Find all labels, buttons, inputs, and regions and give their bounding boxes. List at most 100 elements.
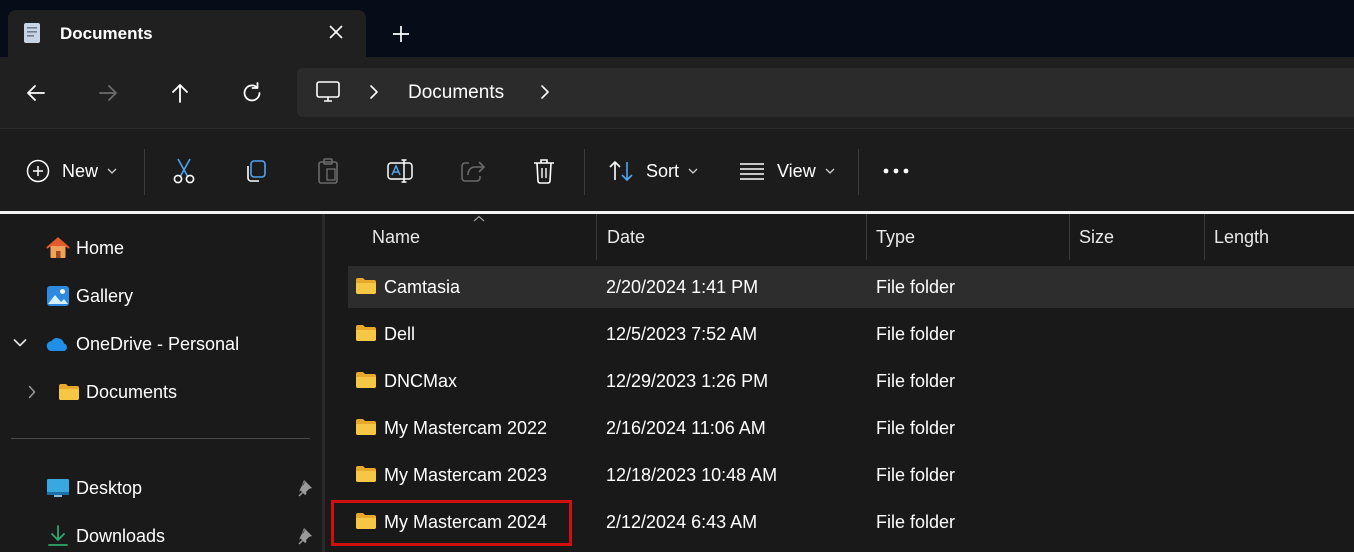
paste-button[interactable] xyxy=(315,153,341,189)
copy-button[interactable] xyxy=(243,153,269,189)
gallery-icon xyxy=(47,286,69,306)
copy-icon xyxy=(247,160,266,182)
view-label: View xyxy=(777,160,816,181)
new-button[interactable]: New xyxy=(26,153,117,189)
toolbar-divider xyxy=(584,149,585,195)
file-row[interactable]: Camtasia 2/20/2024 1:41 PM File folder xyxy=(348,266,1354,308)
file-date: 2/12/2024 6:43 AM xyxy=(606,512,758,532)
new-tab-icon[interactable] xyxy=(389,22,413,46)
share-icon xyxy=(461,161,485,182)
column-divider[interactable] xyxy=(1069,214,1070,260)
back-arrow-icon[interactable] xyxy=(22,79,50,107)
onedrive-icon xyxy=(46,338,67,352)
file-row[interactable]: Dell 12/5/2023 7:52 AM File folder xyxy=(348,313,1354,355)
sidebar-item-onedrive[interactable]: OneDrive - Personal xyxy=(46,328,239,360)
highlight-box xyxy=(331,500,572,546)
column-divider[interactable] xyxy=(596,214,597,260)
column-divider[interactable] xyxy=(866,214,867,260)
chevron-right-icon[interactable] xyxy=(538,84,552,100)
folder-icon xyxy=(356,278,376,294)
file-type: File folder xyxy=(876,324,956,344)
file-row[interactable]: My Mastercam 2022 2/16/2024 11:06 AM Fil… xyxy=(348,407,1354,449)
navigation-pane: Home Gallery OneDrive - Personal Documen… xyxy=(0,214,322,552)
chevron-right-icon[interactable] xyxy=(27,385,37,399)
file-name: My Mastercam 2023 xyxy=(384,465,548,485)
sidebar-item-label: Home xyxy=(76,237,125,258)
command-bar: New Sort View xyxy=(0,128,1354,212)
downloads-icon xyxy=(48,525,68,546)
sort-arrows-icon xyxy=(609,161,633,181)
desktop-icon xyxy=(47,479,69,497)
breadcrumb-documents[interactable]: Documents xyxy=(408,82,504,104)
folder-icon xyxy=(356,372,376,388)
chevron-down-icon[interactable] xyxy=(13,338,27,348)
clipboard-icon xyxy=(318,158,338,184)
sidebar-item-downloads[interactable]: Downloads xyxy=(46,520,318,552)
chevron-down-icon xyxy=(688,168,698,174)
view-button[interactable]: View xyxy=(739,153,835,189)
file-date: 12/29/2023 1:26 PM xyxy=(606,371,769,391)
column-header-length[interactable]: Length xyxy=(1214,214,1269,260)
up-arrow-icon[interactable] xyxy=(166,79,194,107)
sidebar-item-label: Gallery xyxy=(76,285,134,306)
file-row[interactable]: My Mastercam 2023 12/18/2023 10:48 AM Fi… xyxy=(348,454,1354,496)
computer-icon[interactable] xyxy=(315,80,341,104)
sort-button[interactable]: Sort xyxy=(608,153,698,189)
folder-icon xyxy=(356,419,376,435)
file-name: My Mastercam 2022 xyxy=(384,418,548,438)
tab-title: Documents xyxy=(60,24,153,43)
more-dots-icon xyxy=(883,168,909,174)
sort-label: Sort xyxy=(646,160,680,181)
toolbar-divider xyxy=(858,149,859,195)
file-row[interactable]: DNCMax 12/29/2023 1:26 PM File folder xyxy=(348,360,1354,402)
pin-icon[interactable] xyxy=(298,479,314,497)
sidebar-item-documents[interactable]: Documents xyxy=(58,376,177,408)
chevron-down-icon xyxy=(107,168,117,174)
file-date: 2/16/2024 11:06 AM xyxy=(606,418,766,438)
column-header-name[interactable]: Name xyxy=(372,214,420,260)
file-date: 12/5/2023 7:52 AM xyxy=(606,324,758,344)
chevron-right-icon[interactable] xyxy=(367,84,381,100)
file-date: 12/18/2023 10:48 AM xyxy=(606,465,778,485)
more-options-button[interactable] xyxy=(882,153,910,189)
file-name: DNCMax xyxy=(384,371,458,391)
cut-button[interactable] xyxy=(171,153,197,189)
sidebar-item-label: Desktop xyxy=(76,477,143,498)
chevron-down-icon xyxy=(825,168,835,174)
trash-icon xyxy=(534,159,554,184)
file-type: File folder xyxy=(876,277,956,297)
column-headers: Name Date Type Size Length xyxy=(325,214,1354,260)
column-header-type[interactable]: Type xyxy=(876,214,915,260)
new-label: New xyxy=(62,160,99,181)
sidebar-item-gallery[interactable]: Gallery xyxy=(46,280,133,312)
file-type: File folder xyxy=(876,465,956,485)
sidebar-item-label: Documents xyxy=(86,381,178,402)
sidebar-divider xyxy=(11,438,310,439)
refresh-icon[interactable] xyxy=(238,79,266,107)
column-header-date[interactable]: Date xyxy=(607,214,645,260)
folder-icon xyxy=(356,466,376,482)
forward-arrow-icon[interactable] xyxy=(94,79,122,107)
delete-button[interactable] xyxy=(531,153,557,189)
file-name: Dell xyxy=(384,324,416,344)
tab-documents[interactable]: Documents xyxy=(8,10,366,57)
file-type: File folder xyxy=(876,418,956,438)
file-type: File folder xyxy=(876,371,956,391)
plus-circle-icon xyxy=(26,159,50,183)
sidebar-item-label: Downloads xyxy=(76,525,166,546)
rename-icon xyxy=(387,159,413,183)
column-divider[interactable] xyxy=(1204,214,1205,260)
rename-button[interactable] xyxy=(386,153,414,189)
scissors-icon xyxy=(173,158,195,184)
close-icon[interactable] xyxy=(326,22,346,42)
share-button[interactable] xyxy=(459,153,485,189)
pin-icon[interactable] xyxy=(298,527,314,545)
sidebar-item-home[interactable]: Home xyxy=(46,232,124,264)
column-header-size[interactable]: Size xyxy=(1079,214,1114,260)
file-name: Camtasia xyxy=(384,277,461,297)
home-icon xyxy=(46,237,70,258)
address-bar[interactable]: Documents xyxy=(297,68,1354,117)
document-icon xyxy=(24,23,40,43)
file-date: 2/20/2024 1:41 PM xyxy=(606,277,759,297)
sidebar-item-desktop[interactable]: Desktop xyxy=(46,472,318,504)
